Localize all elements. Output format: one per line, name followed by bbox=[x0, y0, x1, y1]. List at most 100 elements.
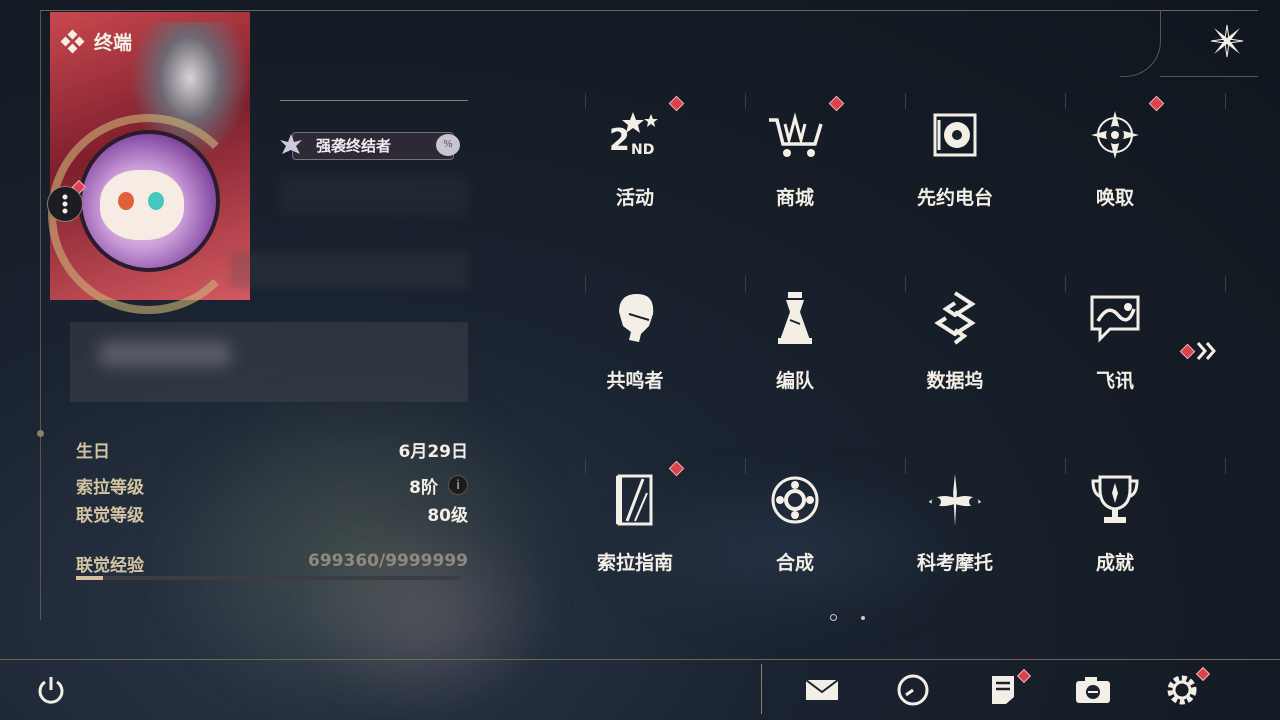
menu-item-10[interactable]: 科考摩托 bbox=[880, 440, 1066, 590]
shop-cart-icon bbox=[765, 105, 825, 165]
stat-value: 8阶 bbox=[409, 478, 438, 498]
resonator-portrait-icon bbox=[605, 288, 665, 348]
menu-item-label: 科考摩托 bbox=[916, 552, 993, 574]
menu-item-label: 合成 bbox=[775, 552, 814, 574]
bottom-bar-divider bbox=[761, 664, 762, 714]
menu-item-label: 索拉指南 bbox=[596, 552, 673, 574]
stat-label: 联觉等级 bbox=[76, 506, 144, 526]
menu-item-9[interactable]: 合成 bbox=[720, 440, 906, 590]
menu-item-label: 商城 bbox=[775, 187, 814, 209]
notes-notification-dot bbox=[1016, 668, 1032, 684]
background-character-blur-2 bbox=[300, 520, 560, 720]
menu-item-0[interactable]: 2 ND 活动 bbox=[560, 75, 746, 225]
more-vertical-icon bbox=[62, 194, 68, 214]
menu-item-label: 共鸣者 bbox=[606, 370, 664, 392]
player-name-blurred bbox=[280, 175, 468, 215]
camera-button[interactable] bbox=[1071, 668, 1115, 712]
next-page-button[interactable] bbox=[1178, 338, 1222, 364]
close-icon bbox=[1210, 24, 1244, 58]
player-id-blurred bbox=[230, 252, 468, 288]
svg-text:2: 2 bbox=[609, 123, 630, 158]
data-dock-icon bbox=[925, 288, 985, 348]
event-2nd-anniversary-icon: 2 ND bbox=[605, 105, 665, 165]
stat-value: 6月29日 bbox=[398, 442, 469, 462]
menu-item-3[interactable]: 唤取 bbox=[1040, 75, 1226, 225]
svg-text:ND: ND bbox=[631, 142, 654, 158]
stat-label: 联觉经验 bbox=[76, 556, 144, 576]
bottom-bar-line bbox=[0, 659, 1280, 660]
trophy-icon bbox=[1085, 470, 1145, 530]
page-title-wrap: 终端 bbox=[60, 28, 133, 55]
camera-icon bbox=[1076, 677, 1110, 703]
frame-left-dot bbox=[37, 430, 44, 437]
frame-left-line bbox=[40, 10, 41, 620]
signature-panel-blurred bbox=[70, 322, 468, 402]
terminal-diamond-icon bbox=[60, 29, 85, 53]
avatar-eye-left bbox=[118, 192, 134, 210]
menu-item-1[interactable]: 商城 bbox=[720, 75, 906, 225]
stat-value: 80级 bbox=[427, 506, 468, 526]
badge-wing-icon bbox=[280, 134, 302, 154]
frame-corner-arc bbox=[1120, 10, 1161, 77]
menu-item-7[interactable]: 飞讯 bbox=[1040, 258, 1226, 408]
radio-station-icon bbox=[925, 105, 985, 165]
menu-item-label: 飞讯 bbox=[1095, 370, 1134, 392]
stat-label: 生日 bbox=[76, 442, 110, 462]
experience-progress-fill bbox=[76, 576, 103, 580]
menu-item-6[interactable]: 数据坞 bbox=[880, 258, 1066, 408]
stat-value: 699360/9999999 bbox=[308, 551, 468, 571]
mail-icon bbox=[805, 679, 839, 700]
stat-row-union-exp: 联觉经验 699360/9999999 bbox=[76, 551, 468, 576]
menu-item-2[interactable]: 先约电台 bbox=[880, 75, 1066, 225]
menu-item-label: 成就 bbox=[1095, 552, 1134, 574]
info-icon[interactable]: i bbox=[448, 475, 468, 495]
menu-item-label: 数据坞 bbox=[926, 370, 984, 392]
message-chat-icon bbox=[1085, 288, 1145, 348]
clock-button[interactable] bbox=[891, 668, 935, 712]
menu-item-label: 先约电台 bbox=[916, 187, 993, 209]
experience-progress-bar bbox=[76, 576, 460, 580]
name-divider-line bbox=[280, 100, 468, 101]
title-badge-text: 强袭终结者 bbox=[316, 137, 392, 155]
team-chess-icon bbox=[765, 288, 825, 348]
convene-compass-icon bbox=[1085, 105, 1145, 165]
power-icon bbox=[38, 677, 64, 704]
menu-item-label: 唤取 bbox=[1095, 187, 1134, 209]
menu-item-5[interactable]: 编队 bbox=[720, 258, 906, 408]
avatar-character-face bbox=[100, 170, 184, 240]
page-title: 终端 bbox=[94, 32, 133, 54]
stat-row-birthday: 生日 6月29日 bbox=[76, 437, 469, 462]
page-indicator[interactable] bbox=[861, 616, 865, 620]
stat-row-sol-rank: 索拉等级 8阶 i bbox=[76, 473, 468, 498]
notes-button[interactable] bbox=[981, 668, 1032, 712]
next-page-notification-dot bbox=[1179, 343, 1196, 360]
menu-item-notification-dot bbox=[668, 95, 685, 112]
notes-icon bbox=[992, 676, 1014, 704]
menu-item-4[interactable]: 共鸣者 bbox=[560, 258, 746, 408]
menu-item-8[interactable]: 索拉指南 bbox=[560, 440, 746, 590]
avatar-eye-right bbox=[148, 192, 164, 210]
stat-row-union-level: 联觉等级 80级 bbox=[76, 501, 468, 526]
page-indicator-active[interactable] bbox=[830, 614, 837, 621]
frame-top-line bbox=[40, 10, 1258, 11]
clock-icon bbox=[897, 674, 929, 706]
close-button[interactable] bbox=[1208, 22, 1246, 60]
title-badge[interactable]: 强袭终结者 % bbox=[278, 130, 468, 160]
stat-label: 索拉等级 bbox=[76, 478, 144, 498]
settings-gear-icon bbox=[1167, 675, 1197, 705]
double-chevron-right-icon bbox=[1196, 342, 1216, 360]
mail-button[interactable] bbox=[800, 668, 844, 712]
menu-item-notification-dot bbox=[1148, 95, 1165, 112]
motorcycle-icon bbox=[925, 470, 985, 530]
menu-item-notification-dot bbox=[828, 95, 845, 112]
menu-item-label: 活动 bbox=[615, 187, 654, 209]
menu-item-label: 编队 bbox=[775, 370, 814, 392]
badge-orb-icon: % bbox=[436, 134, 460, 156]
guidebook-icon bbox=[605, 470, 665, 530]
settings-button[interactable] bbox=[1160, 666, 1211, 712]
profile-options-button[interactable] bbox=[47, 186, 83, 222]
menu-item-notification-dot bbox=[668, 460, 685, 477]
synthesis-icon bbox=[765, 470, 825, 530]
power-button[interactable] bbox=[29, 668, 73, 712]
menu-item-11[interactable]: 成就 bbox=[1040, 440, 1226, 590]
